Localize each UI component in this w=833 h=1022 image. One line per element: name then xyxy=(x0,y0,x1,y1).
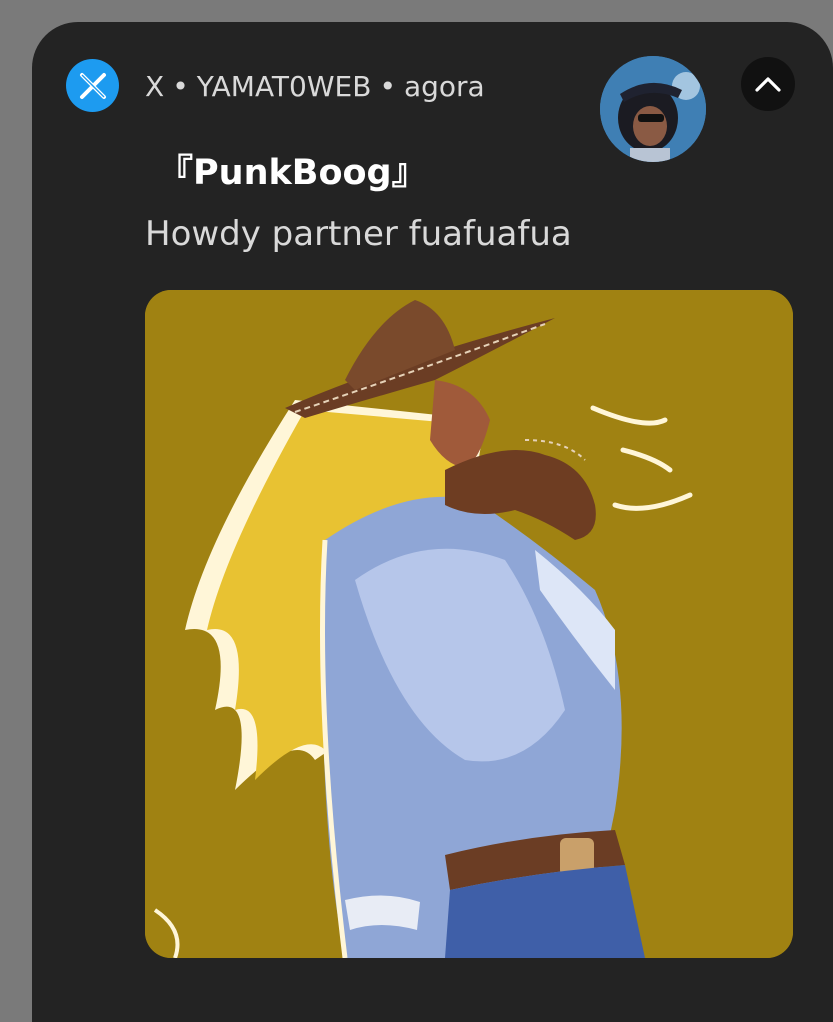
notification-message: Howdy partner fuafuafua xyxy=(145,214,572,254)
chevron-up-icon xyxy=(755,77,781,92)
notification-header: X • YAMAT0WEB • agora xyxy=(145,64,485,108)
cowboy-illustration xyxy=(145,290,793,958)
notification-card[interactable]: X • YAMAT0WEB • agora 『PunkBoog』 Howdy p… xyxy=(32,22,833,1022)
separator: • xyxy=(379,69,396,103)
collapse-button[interactable] xyxy=(741,57,795,111)
timestamp: agora xyxy=(403,69,485,103)
separator: • xyxy=(172,69,189,103)
app-name: X xyxy=(145,69,165,103)
account-name: YAMAT0WEB xyxy=(196,69,372,103)
notification-title: 『PunkBoog』 xyxy=(158,153,427,193)
avatar xyxy=(600,56,706,162)
notification-image[interactable] xyxy=(145,290,793,958)
x-logo-icon xyxy=(66,59,119,112)
